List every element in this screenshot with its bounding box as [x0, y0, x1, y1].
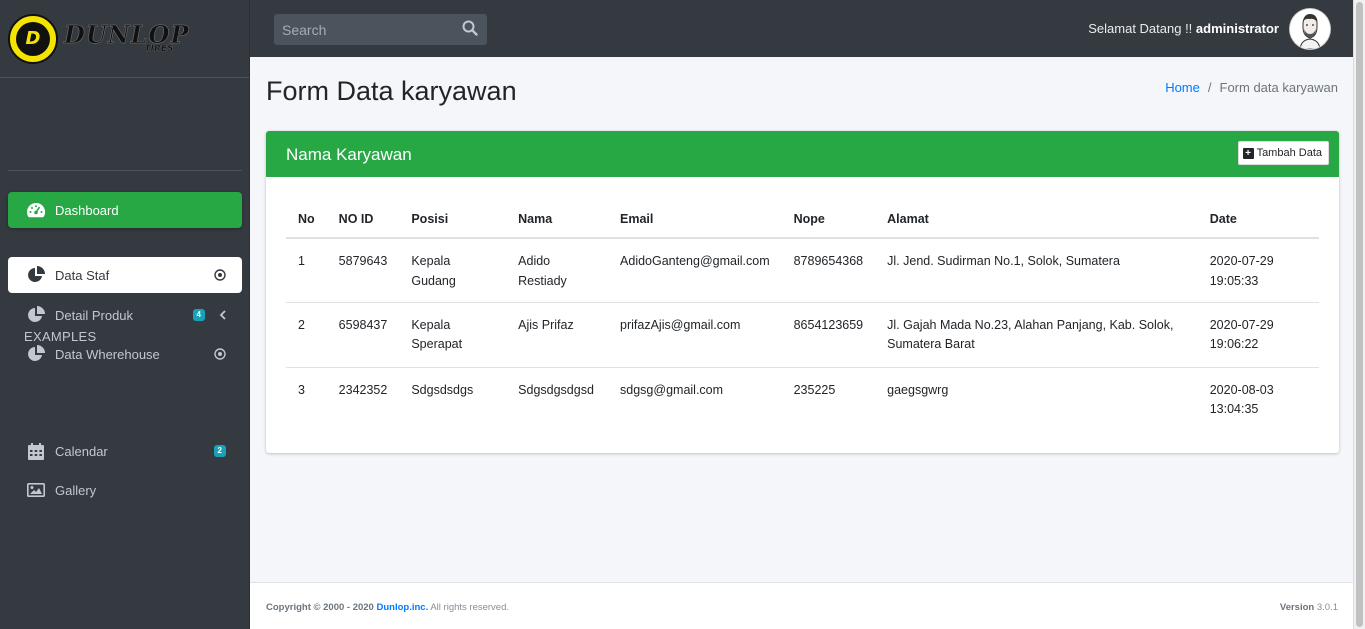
sidebar-item-label: Calendar — [55, 443, 108, 459]
sidebar: D DUNLOP TIRES Dashboard Data Staf Detai… — [0, 0, 250, 629]
badge-count: 2 — [213, 445, 226, 457]
column-header: Email — [608, 200, 782, 239]
page-title: Form Data karyawan — [266, 76, 517, 106]
search-icon[interactable] — [462, 20, 480, 38]
sidebar-item-label: Dashboard — [55, 202, 119, 218]
table-header-row: No NO ID Posisi Nama Email Nope Alamat D… — [286, 200, 1319, 239]
table-cell: sdgsg@gmail.com — [620, 382, 724, 397]
card-header: Nama Karyawan + Tambah Data — [266, 131, 1339, 177]
top-navbar: Selamat Datang !! administrator — [250, 0, 1353, 57]
table-cell: 6598437 — [326, 302, 400, 368]
table-cell: Sdgsdgsdgsd — [518, 382, 594, 397]
column-header: No — [286, 200, 327, 239]
badge-count: 4 — [192, 309, 205, 321]
circle-dot-icon — [214, 269, 226, 281]
scrollbar-thumb[interactable] — [1356, 2, 1363, 627]
table-cell: 235225 — [793, 382, 836, 397]
welcome-message: Selamat Datang !! administrator — [1088, 21, 1279, 36]
main-content: Form Data karyawan Home / Form data karyaw… — [250, 57, 1353, 629]
chart-pie-icon — [26, 344, 46, 364]
table-cell: 3 — [298, 382, 305, 397]
table-row: 2 6598437 Kepala Sperapat Ajis Prifaz pr… — [286, 302, 1319, 368]
breadcrumb: Home / Form data karyawan — [1165, 80, 1338, 95]
avatar[interactable] — [1290, 9, 1330, 49]
plus-square-icon: + — [1242, 147, 1254, 159]
table-cell: Jl. Jend. Sudirman No.1, Solok, Sumatera — [875, 238, 1198, 303]
brand-logo[interactable]: D DUNLOP TIRES — [0, 0, 249, 78]
username[interactable]: administrator — [1196, 21, 1279, 36]
tachometer-icon — [26, 200, 46, 220]
table-cell: 8789654368 — [781, 238, 876, 303]
column-header: Date — [1197, 200, 1319, 239]
table-cell: gaegsgwrg — [887, 382, 949, 397]
brand-sub: TIRES — [144, 44, 174, 54]
sidebar-item-label: Data Staf — [55, 267, 110, 283]
footer-copyright: Copyright © 2000 - 2020 Dunlop.inc. All … — [266, 602, 510, 613]
card-title: Nama Karyawan — [286, 145, 412, 164]
column-header: Nope — [781, 200, 876, 239]
table-cell: 2342352 — [338, 382, 388, 397]
calendar-icon — [26, 441, 46, 461]
table-cell: 5879643 — [326, 238, 400, 303]
add-data-button[interactable]: + Tambah Data — [1237, 141, 1329, 165]
table-cell: 2020-07-29 19:05:33 — [1197, 238, 1319, 303]
table-cell: 2020-07-29 19:06:22 — [1197, 302, 1319, 368]
table-cell: 2 — [286, 302, 327, 368]
employee-card: Nama Karyawan + Tambah Data No NO ID Pos… — [266, 131, 1339, 453]
table-cell: Jl. Gajah Mada No.23, Alahan Panjang, Ka… — [875, 302, 1198, 368]
sidebar-item-detail-produk[interactable]: Detail Produk 4 — [8, 297, 242, 333]
search-box — [274, 14, 487, 45]
column-header: NO ID — [326, 200, 400, 239]
sidebar-item-data-staf[interactable]: Data Staf — [8, 257, 242, 293]
column-header: Alamat — [875, 200, 1198, 239]
table-cell: Kepala Gudang — [399, 238, 507, 303]
sidebar-section-header: EXAMPLES — [24, 329, 97, 344]
page-scrollbar[interactable] — [1353, 0, 1365, 629]
chart-pie-icon — [26, 305, 46, 325]
circle-dot-icon — [214, 348, 226, 360]
company-link[interactable]: Dunlop.inc. — [377, 602, 429, 613]
breadcrumb-home-link[interactable]: Home — [1165, 80, 1200, 95]
table-cell: AdidoGanteng@gmail.com — [608, 238, 782, 303]
chevron-left-icon — [219, 310, 226, 320]
sidebar-item-label: Detail Produk — [55, 307, 134, 323]
footer: Copyright © 2000 - 2020 Dunlop.inc. All … — [250, 582, 1353, 629]
table-row: 3 2342352 Sdgsdsdgs Sdgsdgsdgsd sdgsg@gm… — [286, 367, 1319, 431]
sidebar-item-gallery[interactable]: Gallery — [8, 472, 242, 508]
table-cell: Adido Restiady — [506, 238, 609, 303]
dunlop-logo-icon: D — [8, 13, 58, 64]
sidebar-item-label: Gallery — [55, 482, 97, 498]
footer-version: Version 3.0.1 — [1279, 602, 1338, 613]
column-header: Posisi — [399, 200, 507, 239]
table-cell: Ajis Prifaz — [506, 302, 609, 368]
sidebar-item-label: Data Wherehouse — [55, 346, 160, 362]
chart-pie-icon — [26, 265, 46, 285]
table-cell: Kepala Sperapat — [399, 302, 507, 368]
table-cell: 1 — [286, 238, 327, 303]
table-cell: 8654123659 — [781, 302, 876, 368]
sidebar-item-dashboard[interactable]: Dashboard — [8, 192, 242, 228]
search-input[interactable] — [274, 20, 454, 39]
image-icon — [26, 480, 46, 500]
employee-table: No NO ID Posisi Nama Email Nope Alamat D… — [286, 200, 1319, 431]
sidebar-item-calendar[interactable]: Calendar 2 — [8, 433, 242, 469]
table-cell: prifazAjis@gmail.com — [608, 302, 782, 368]
breadcrumb-current: Form data karyawan — [1219, 80, 1339, 95]
table-row: 1 5879643 Kepala Gudang Adido Restiady A… — [286, 238, 1319, 303]
table-cell: 2020-08-03 13:04:35 — [1209, 382, 1274, 417]
sidebar-divider — [8, 170, 242, 171]
table-cell: Sdgsdsdgs — [411, 382, 474, 397]
column-header: Nama — [506, 200, 609, 239]
